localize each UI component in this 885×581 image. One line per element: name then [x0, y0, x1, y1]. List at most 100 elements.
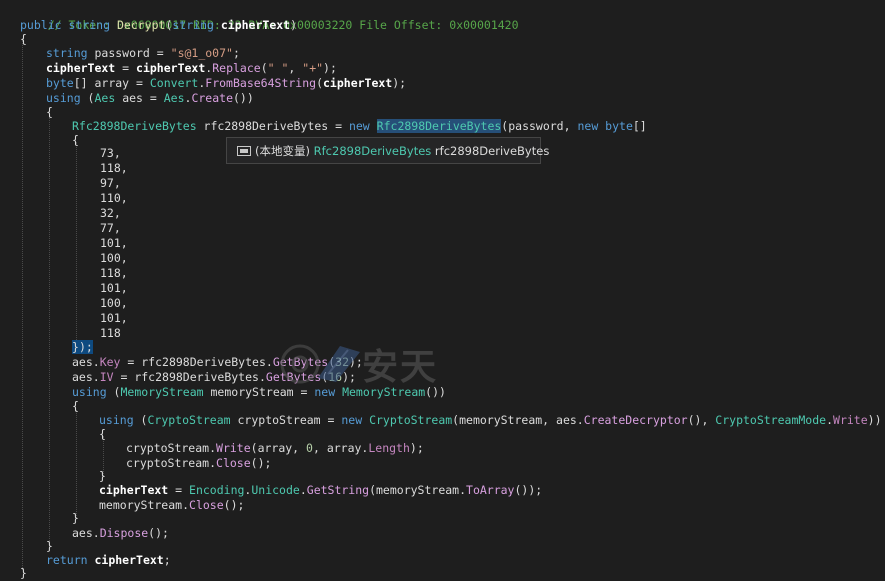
type-memorystream[interactable]: MemoryStream	[120, 385, 203, 399]
param-name[interactable]: cipherText	[221, 18, 290, 32]
code-line-signature: public string Decrypt(string cipherText)	[20, 18, 297, 33]
keyword-string: string	[68, 18, 111, 32]
number-16: 16	[328, 370, 343, 384]
method-getbytes[interactable]: GetBytes	[273, 355, 328, 369]
statement-end: ());	[514, 483, 543, 497]
password-literal[interactable]: "s@1_o07"	[171, 46, 233, 60]
aes-ref: aes.	[72, 370, 100, 384]
byte-value: 118,	[100, 161, 128, 176]
operator-assign: =	[168, 483, 190, 497]
method-name[interactable]: Decrypt	[117, 18, 165, 32]
byte-value-text: 32,	[100, 206, 121, 220]
prop-iv[interactable]: IV	[100, 370, 114, 384]
brace-close: }	[20, 566, 27, 580]
type-cryptostream[interactable]: CryptoStream	[369, 413, 452, 427]
prop-key[interactable]: Key	[100, 355, 121, 369]
paren-close: ())	[233, 91, 254, 105]
number-0: 0	[306, 441, 313, 455]
type-cryptostream[interactable]: CryptoStream	[147, 413, 230, 427]
rfc-args: (password,	[501, 119, 578, 133]
var-ciphertext[interactable]: cipherText	[323, 76, 392, 90]
code-line-using-cryptostream: using (CryptoStream cryptoStream = new C…	[99, 413, 882, 428]
code-line-brace: {	[72, 399, 79, 414]
tooltip-type: Rfc2898DeriveBytes	[313, 144, 432, 158]
statement-end: );	[349, 355, 363, 369]
dot: .	[299, 483, 307, 497]
tooltip-prefix: (本地变量)	[255, 144, 314, 158]
statement-end: ();	[223, 498, 245, 512]
rfc-decl: rfc2898DeriveBytes =	[196, 119, 349, 133]
comma: ,	[288, 61, 303, 75]
byte-value: 118,	[100, 266, 128, 281]
keyword-new: new	[577, 119, 599, 133]
method-getbytes[interactable]: GetBytes	[266, 370, 321, 384]
code-line-brace: }	[99, 469, 106, 484]
statement-end: ();	[250, 456, 272, 470]
method-create[interactable]: Create	[191, 91, 233, 105]
byte-value-text: 110,	[100, 191, 128, 205]
var-ciphertext[interactable]: cipherText	[99, 483, 168, 497]
byte-value-text: 73,	[100, 146, 121, 160]
brace-close: }	[72, 511, 79, 525]
paren-close: ))	[867, 413, 882, 427]
aes-decl: aes =	[115, 91, 164, 105]
brace-close: }	[46, 539, 53, 553]
keyword-return: return	[46, 553, 88, 567]
byte-value-text: 97,	[100, 176, 121, 190]
code-line-array: byte[] array = Convert.FromBase64String(…	[46, 76, 406, 91]
code-line-using-aes: using (Aes aes = Aes.Create())	[46, 91, 254, 106]
method-frombase64string[interactable]: FromBase64String	[205, 76, 316, 90]
code-line-getstring: cipherText = Encoding.Unicode.GetString(…	[99, 483, 542, 498]
byte-value: 100,	[100, 251, 128, 266]
byte-value: 97,	[100, 176, 121, 191]
code-line-brace: }	[46, 539, 53, 554]
indent-guide	[49, 115, 50, 545]
selected-ctor-rfc2898derivebytes[interactable]: Rfc2898DeriveBytes	[376, 119, 502, 133]
byte-value: 101,	[100, 236, 128, 251]
code-line-cs-close: cryptoStream.Close();	[126, 456, 271, 471]
byte-value: 100,	[100, 296, 128, 311]
type-encoding[interactable]: Encoding	[189, 483, 244, 497]
brace-open: {	[72, 399, 79, 413]
prop-length[interactable]: Length	[368, 441, 410, 455]
indent-guide	[22, 40, 23, 570]
byte-value: 101,	[100, 281, 128, 296]
method-dispose[interactable]: Dispose	[100, 526, 148, 540]
type-cryptostreammode[interactable]: CryptoStreamMode	[715, 413, 826, 427]
code-line-ms-close: memoryStream.Close();	[99, 498, 244, 513]
prop-unicode[interactable]: Unicode	[251, 483, 299, 497]
byte-value-text: 118,	[100, 161, 128, 175]
code-line-replace: cipherText = cipherText.Replace(" ", "+"…	[46, 61, 337, 76]
method-getstring[interactable]: GetString	[307, 483, 369, 497]
code-line-password: string password = "s@1_o07";	[46, 46, 240, 60]
var-ciphertext[interactable]: cipherText	[94, 553, 163, 567]
brace-close: }	[99, 469, 106, 483]
byte-value-text: 100,	[100, 251, 128, 265]
cs-args: (),	[687, 413, 716, 427]
method-toarray[interactable]: ToArray	[466, 483, 514, 497]
var-ciphertext[interactable]: cipherText	[136, 61, 205, 75]
type-convert[interactable]: Convert	[150, 76, 198, 90]
var-ciphertext[interactable]: cipherText	[46, 61, 115, 75]
method-close[interactable]: Close	[216, 456, 251, 470]
keyword-using: using	[72, 385, 107, 399]
method-replace[interactable]: Replace	[212, 61, 260, 75]
type-aes[interactable]: Aes	[94, 91, 115, 105]
code-line-key: aes.Key = rfc2898DeriveBytes.GetBytes(32…	[72, 355, 363, 370]
type-rfc2898derivebytes[interactable]: Rfc2898DeriveBytes	[72, 119, 197, 133]
statement-end: );	[342, 370, 356, 384]
method-close[interactable]: Close	[189, 498, 224, 512]
enum-write[interactable]: Write	[833, 413, 868, 427]
type-aes[interactable]: Aes	[164, 91, 185, 105]
local-variable-icon	[237, 146, 251, 156]
brace-open: {	[46, 105, 53, 119]
write-args: , array.	[312, 441, 369, 455]
byte-value: 77,	[100, 221, 121, 236]
watermark-text: 安天	[362, 347, 439, 388]
brace-open: {	[20, 32, 27, 46]
code-line-brace: }	[20, 566, 27, 581]
code-line-return: return cipherText;	[46, 553, 171, 568]
method-write[interactable]: Write	[216, 441, 251, 455]
method-createdecryptor[interactable]: CreateDecryptor	[584, 413, 688, 427]
